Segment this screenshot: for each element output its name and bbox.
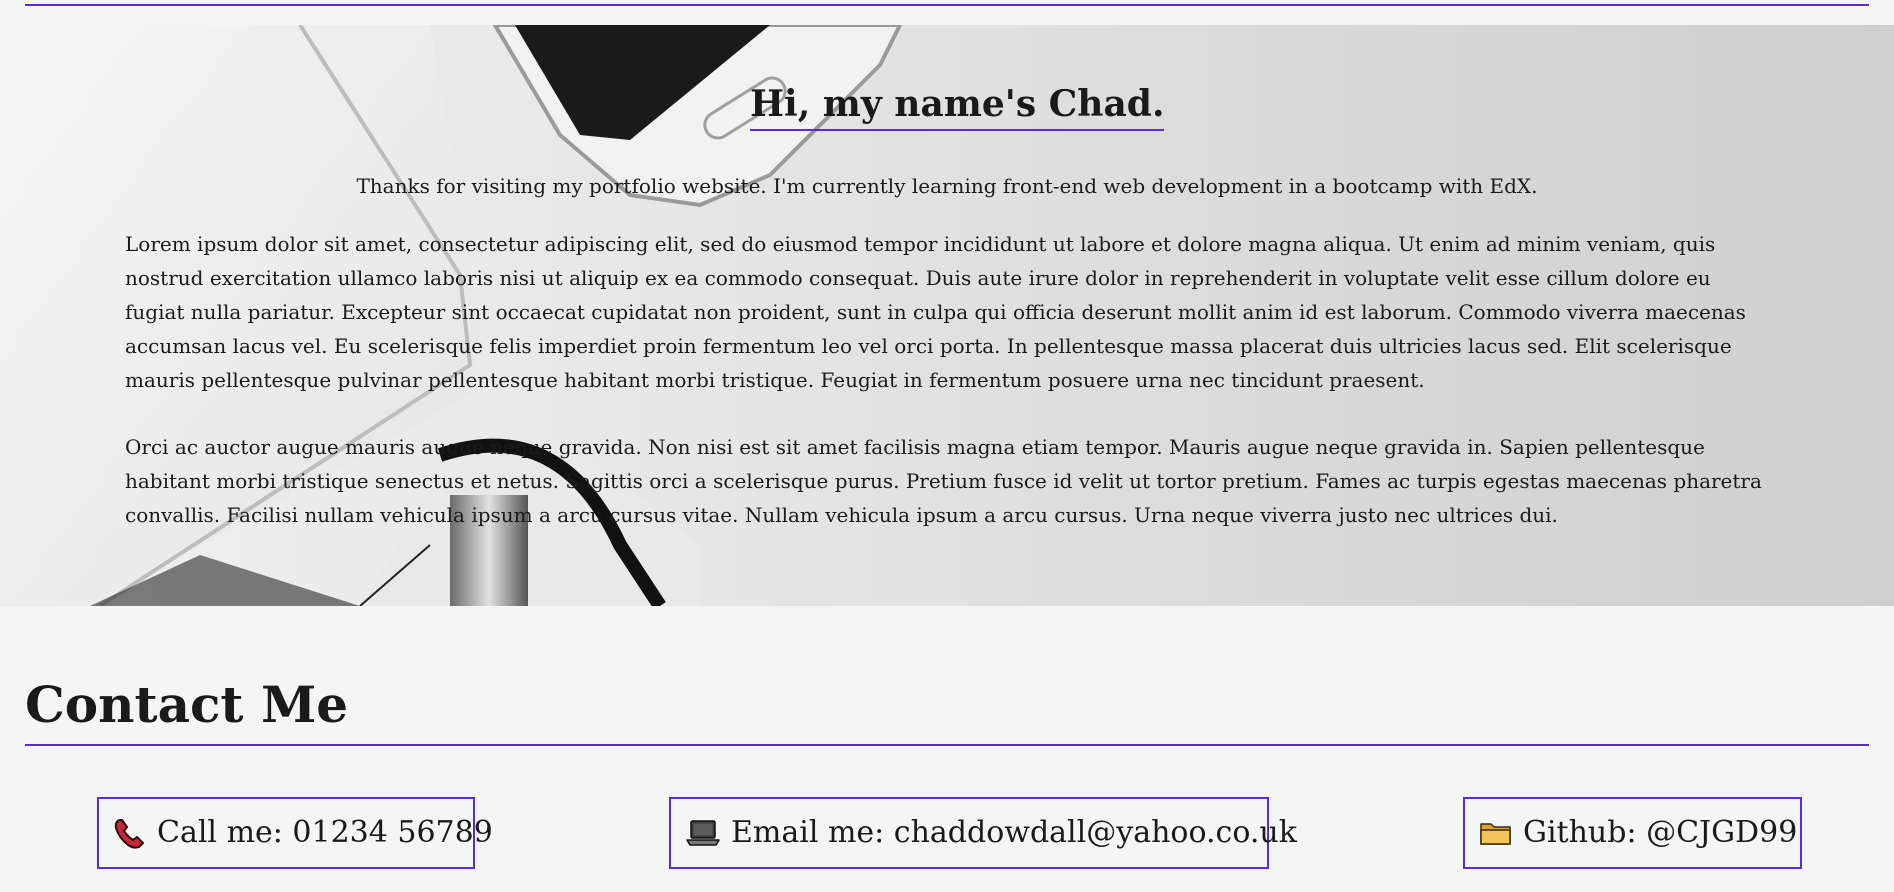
- hero-title: Hi, my name's Chad.: [750, 81, 1165, 131]
- email-button[interactable]: Email me: chaddowdall@yahoo.co.uk: [669, 797, 1297, 869]
- phone-icon: [113, 815, 147, 851]
- github-label: Github: @CJGD99: [1523, 815, 1798, 850]
- contact-divider: [25, 744, 1869, 746]
- github-button[interactable]: Github: @CJGD99: [1463, 797, 1802, 869]
- about-paragraph-2: Orci ac auctor augue mauris augue neque …: [125, 435, 1762, 527]
- hero-section: Hi, my name's Chad. Thanks for visiting …: [0, 25, 1894, 606]
- hero-content: Hi, my name's Chad. Thanks for visiting …: [0, 25, 1894, 606]
- header-divider: [25, 4, 1869, 6]
- email-label: Email me: chaddowdall@yahoo.co.uk: [731, 815, 1297, 850]
- about-paragraph-1: Lorem ipsum dolor sit amet, consectetur …: [125, 232, 1746, 392]
- call-label: Call me: 01234 56789: [157, 815, 493, 850]
- contact-title: Contact Me: [25, 675, 349, 734]
- folder-icon: [1479, 815, 1513, 851]
- laptop-icon: [685, 815, 721, 851]
- hero-intro: Thanks for visiting my portfolio website…: [356, 174, 1538, 198]
- call-button[interactable]: Call me: 01234 56789: [97, 797, 493, 869]
